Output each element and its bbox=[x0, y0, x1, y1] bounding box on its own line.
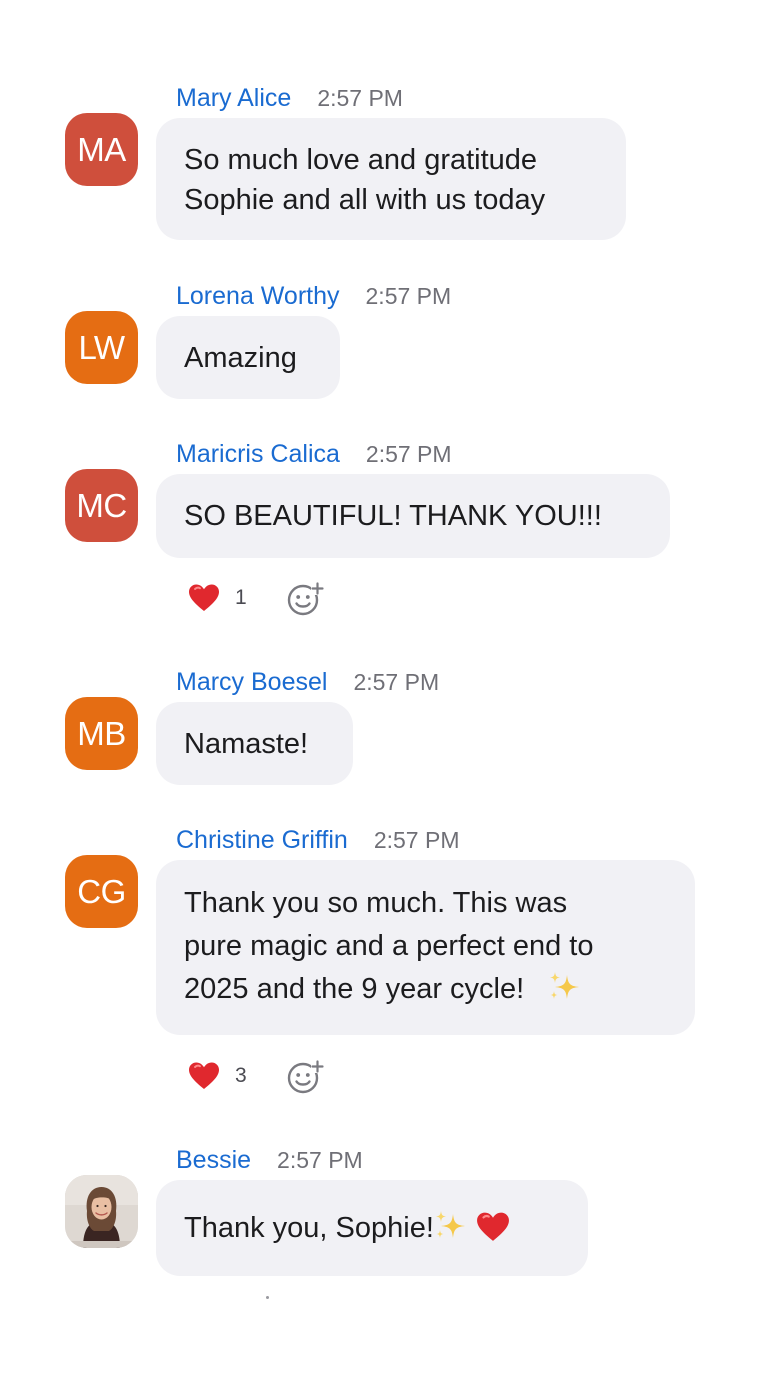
sender-name[interactable]: Maricris Calica bbox=[176, 440, 340, 469]
message-text-line: SO BEAUTIFUL! THANK YOU!!! bbox=[184, 500, 602, 532]
reaction-chip[interactable]: 1 bbox=[188, 583, 247, 613]
message-text-line: Thank you, Sophie! bbox=[184, 1208, 560, 1248]
message-bubble[interactable]: SO BEAUTIFUL! THANK YOU!!! bbox=[156, 474, 670, 558]
message-bubble[interactable]: Amazing bbox=[156, 316, 340, 399]
reactions-bar: 1 bbox=[188, 578, 325, 618]
reaction-chip[interactable]: 3 bbox=[188, 1061, 247, 1091]
avatar[interactable]: CG bbox=[65, 855, 138, 928]
message-text-line: Amazing bbox=[184, 342, 297, 374]
message-text: 2025 and the 9 year cycle! bbox=[184, 973, 525, 1005]
message-header: Christine Griffin 2:57 PM bbox=[176, 824, 459, 856]
avatar[interactable] bbox=[65, 1175, 138, 1248]
avatar-initials: LW bbox=[78, 328, 125, 366]
avatar[interactable]: LW bbox=[65, 311, 138, 384]
avatar-initials: MC bbox=[76, 486, 127, 524]
sparkles-icon bbox=[548, 970, 582, 1002]
message-text-line-last: 2025 and the 9 year cycle! bbox=[184, 968, 667, 1011]
avatar-initials: CG bbox=[77, 872, 126, 910]
avatar-initials: MA bbox=[77, 130, 126, 168]
message-text-line: Thank you so much. This was bbox=[184, 887, 568, 919]
message-bubble[interactable]: Thank you, Sophie! bbox=[156, 1180, 588, 1276]
timestamp: 2:57 PM bbox=[277, 1146, 363, 1173]
message-bubble[interactable]: Namaste! bbox=[156, 702, 353, 785]
message-text-line: Sophie and all with us today bbox=[184, 184, 546, 216]
avatar[interactable]: MA bbox=[65, 113, 138, 186]
heart-icon bbox=[188, 583, 220, 613]
message-text-line: So much love and gratitude bbox=[184, 144, 538, 176]
message-text: Thank you, Sophie! bbox=[184, 1212, 434, 1244]
sparkles-icon bbox=[434, 1209, 468, 1241]
add-reaction-icon[interactable] bbox=[285, 579, 325, 617]
sender-name[interactable]: Lorena Worthy bbox=[176, 282, 340, 311]
avatar-initials: MB bbox=[77, 714, 126, 752]
reaction-count: 3 bbox=[235, 1064, 247, 1087]
timestamp: 2:57 PM bbox=[365, 282, 452, 309]
timestamp: 2:57 PM bbox=[373, 826, 460, 853]
message-bubble[interactable]: Thank you so much. This was pure magic a… bbox=[156, 860, 695, 1035]
reaction-count: 1 bbox=[235, 586, 247, 609]
message-header: Lorena Worthy 2:57 PM bbox=[176, 280, 451, 312]
sender-name[interactable]: Christine Griffin bbox=[176, 826, 348, 855]
message-header: Mary Alice 2:57 PM bbox=[176, 82, 403, 114]
heart-icon bbox=[476, 1211, 510, 1243]
sender-name[interactable]: Mary Alice bbox=[176, 84, 291, 113]
message-header: Bessie 2:57 PM bbox=[176, 1144, 363, 1176]
sender-name[interactable]: Marcy Boesel bbox=[176, 668, 327, 697]
reactions-bar: 3 bbox=[188, 1056, 325, 1096]
message-bubble[interactable]: So much love and gratitude Sophie and al… bbox=[156, 118, 626, 240]
timestamp: 2:57 PM bbox=[365, 440, 452, 467]
message-text-line: Namaste! bbox=[184, 728, 309, 760]
avatar[interactable]: MB bbox=[65, 697, 138, 770]
heart-icon bbox=[188, 1061, 220, 1091]
scroll-indicator-dot bbox=[266, 1296, 269, 1299]
message-text-line: pure magic and a perfect end to bbox=[184, 930, 594, 962]
profile-photo bbox=[65, 1175, 138, 1248]
timestamp: 2:57 PM bbox=[317, 84, 403, 111]
sender-name[interactable]: Bessie bbox=[176, 1146, 251, 1175]
avatar[interactable]: MC bbox=[65, 469, 138, 542]
add-reaction-icon[interactable] bbox=[285, 1057, 325, 1095]
message-header: Marcy Boesel 2:57 PM bbox=[176, 666, 439, 698]
timestamp: 2:57 PM bbox=[353, 668, 440, 695]
message-header: Maricris Calica 2:57 PM bbox=[176, 438, 452, 470]
